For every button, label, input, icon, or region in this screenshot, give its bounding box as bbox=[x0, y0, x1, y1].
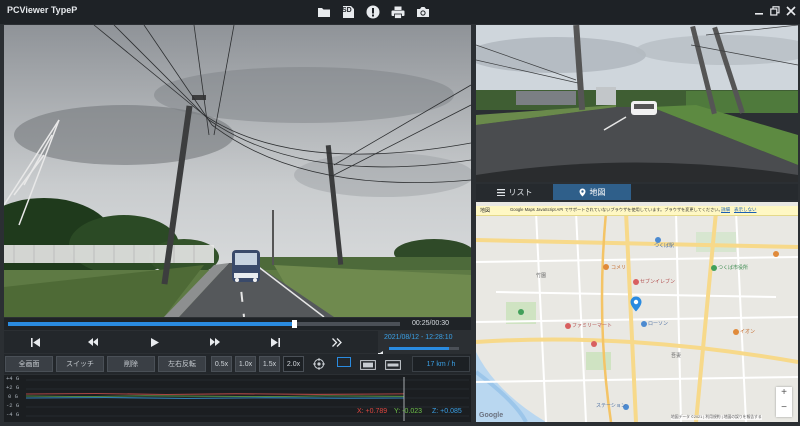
sd-label: SD bbox=[342, 7, 352, 14]
skip-end-button[interactable] bbox=[260, 333, 290, 351]
folder-icon[interactable] bbox=[316, 4, 332, 20]
map-place-label: つくば市役所 bbox=[718, 265, 749, 271]
layout-single-icon[interactable] bbox=[337, 357, 351, 367]
gsensor-label: -4 G bbox=[6, 411, 20, 418]
tab-map[interactable]: 地図 bbox=[553, 184, 631, 200]
gsensor-y-value: Y: -0.023 bbox=[394, 408, 423, 415]
double-chevron-right-icon bbox=[332, 337, 342, 347]
fast-forward-button[interactable] bbox=[200, 333, 230, 351]
progress-bar[interactable] bbox=[8, 322, 400, 326]
volume-fill bbox=[389, 347, 449, 350]
fast-forward-icon bbox=[210, 338, 220, 346]
tab-map-label: 地図 bbox=[589, 187, 606, 197]
gsensor-x-value: X: +0.789 bbox=[357, 408, 388, 415]
map-notice-close[interactable]: 表示しない bbox=[734, 207, 757, 213]
google-logo: Google bbox=[479, 412, 504, 419]
restore-icon[interactable] bbox=[768, 4, 782, 18]
map-place-label: ファミリーマート bbox=[572, 323, 613, 329]
rewind-icon bbox=[88, 338, 98, 346]
location-marker-icon[interactable] bbox=[630, 296, 642, 317]
speed-2-0x-button[interactable]: 2.0x bbox=[283, 356, 304, 372]
play-icon bbox=[151, 337, 159, 347]
close-icon[interactable] bbox=[784, 4, 798, 18]
play-button[interactable] bbox=[140, 333, 170, 351]
layout-pip-icon[interactable] bbox=[360, 357, 376, 375]
layout-wide-icon[interactable] bbox=[385, 357, 401, 375]
tab-list-label: リスト bbox=[508, 187, 533, 197]
map-place-label: イオン bbox=[740, 329, 756, 335]
list-icon bbox=[496, 188, 505, 196]
next-file-button[interactable] bbox=[322, 333, 352, 351]
map-pin-icon bbox=[579, 188, 585, 196]
speed-1-0x-button[interactable]: 1.0x bbox=[235, 356, 256, 372]
app-title: PCViewer TypeP bbox=[7, 5, 78, 15]
gsensor-label: +4 G bbox=[6, 375, 20, 382]
map-corner-label: 地図 bbox=[480, 208, 491, 214]
map-place-label: ローソン bbox=[648, 321, 669, 327]
progress-thumb[interactable] bbox=[292, 320, 298, 328]
zoom-in-button[interactable]: + bbox=[779, 387, 789, 398]
skip-start-icon bbox=[30, 337, 40, 347]
gsensor-label: 0 G bbox=[8, 393, 18, 400]
rear-camera-video[interactable] bbox=[476, 25, 798, 182]
gsensor-z-value: Z: +0.085 bbox=[432, 408, 462, 415]
map-notice-text: Google Maps JavaScript API でサポートされていないブラ… bbox=[510, 207, 720, 212]
progress-fill bbox=[8, 322, 295, 326]
playback-time: 00:25/00:30 bbox=[412, 320, 449, 327]
fullscreen-button[interactable]: 全画面 bbox=[5, 356, 53, 372]
skip-end-icon bbox=[270, 337, 280, 347]
sd-card-icon[interactable]: SD bbox=[340, 4, 356, 20]
minimize-icon[interactable] bbox=[752, 4, 766, 18]
target-icon[interactable] bbox=[313, 357, 325, 375]
speed-0-5x-button[interactable]: 0.5x bbox=[211, 356, 232, 372]
speed-readout: 17 km / h bbox=[412, 356, 470, 372]
gsensor-label: -2 G bbox=[6, 402, 20, 409]
rewind-button[interactable] bbox=[78, 333, 108, 351]
map-place-label: 竹園 bbox=[536, 273, 547, 279]
gsensor-label: +2 G bbox=[6, 384, 20, 391]
zoom-out-button[interactable]: − bbox=[779, 402, 789, 413]
front-camera-video[interactable] bbox=[4, 25, 471, 317]
map-footer: 地図データ ©2021 | 利用規約 | 地図の誤りを報告する bbox=[671, 415, 762, 420]
map-place-label: コメリ bbox=[611, 265, 627, 271]
map-panel[interactable]: つくば駅 ローソン コメリ セブンイレブン ファミリーマート 竹園 吾妻 つくば… bbox=[476, 202, 798, 422]
map-place-label: セブンイレブン bbox=[640, 279, 676, 285]
print-icon[interactable] bbox=[390, 4, 406, 20]
map-place-label: つくば駅 bbox=[654, 243, 675, 249]
tab-list[interactable]: リスト bbox=[476, 184, 553, 200]
map-place-label: 吾妻 bbox=[671, 353, 682, 359]
speed-1-5x-button[interactable]: 1.5x bbox=[259, 356, 280, 372]
camera-icon[interactable] bbox=[415, 4, 431, 20]
delete-button[interactable]: 削除 bbox=[107, 356, 155, 372]
recording-datetime: 2021/08/12 - 12:28:10 bbox=[384, 334, 453, 341]
skip-start-button[interactable] bbox=[20, 333, 50, 351]
switch-button[interactable]: スイッチ bbox=[56, 356, 104, 372]
map-notice-link[interactable]: 詳細 bbox=[721, 207, 730, 213]
mirror-button[interactable]: 左右反転 bbox=[158, 356, 206, 372]
alert-icon[interactable] bbox=[365, 4, 381, 20]
volume-slider[interactable] bbox=[389, 347, 459, 350]
map-place-label: ステーション bbox=[596, 403, 626, 409]
